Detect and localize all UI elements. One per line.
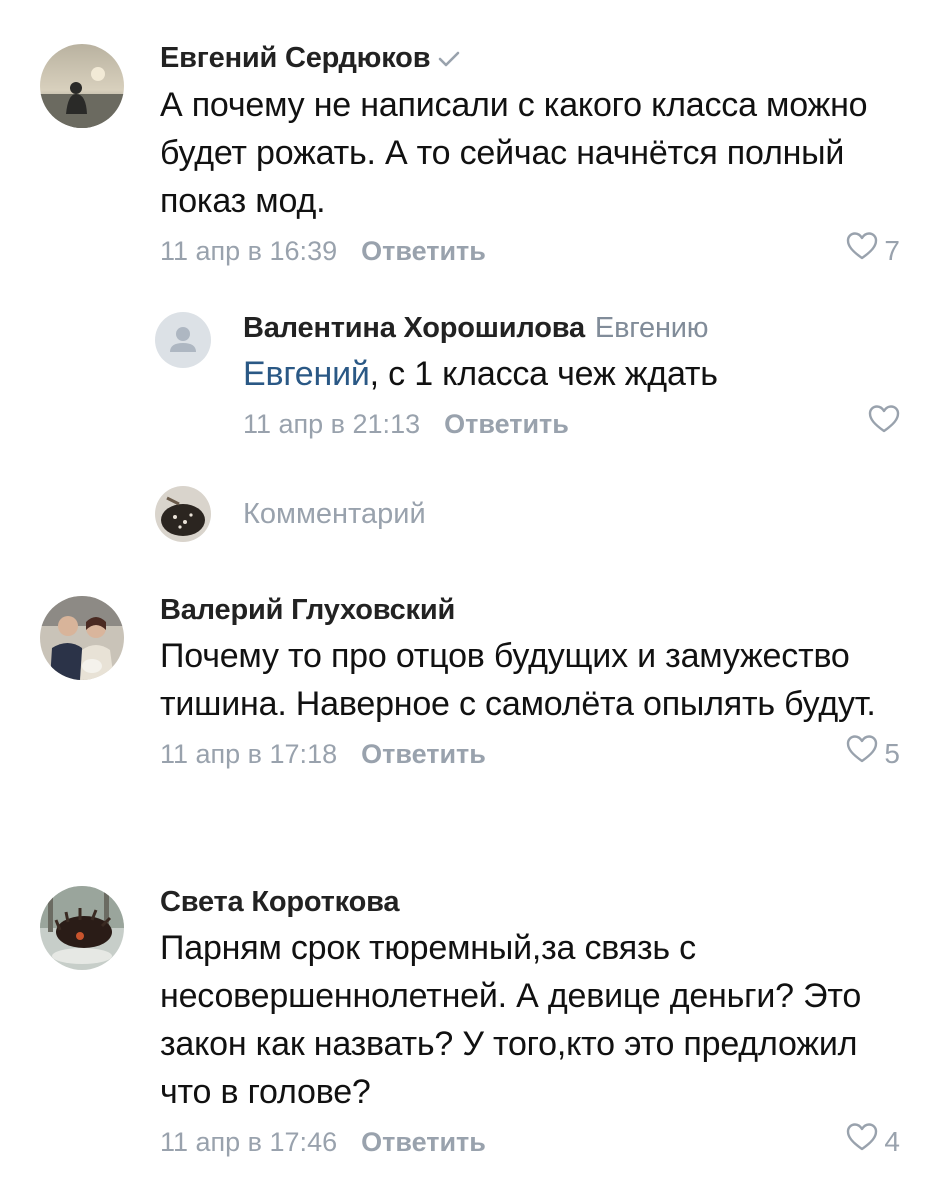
- mention-link[interactable]: Евгений: [243, 355, 370, 393]
- comment-composer[interactable]: Комментарий: [155, 484, 426, 544]
- like-button[interactable]: 4: [846, 1122, 900, 1162]
- avatar-photo: [155, 486, 211, 542]
- avatar[interactable]: [40, 44, 124, 128]
- avatar-photo: [40, 44, 124, 128]
- reply-to-label[interactable]: Евгению: [595, 312, 709, 344]
- comment-date: 11 апр в 16:39: [160, 236, 338, 267]
- avatar-photo: [40, 596, 124, 680]
- avatar-photo: [40, 886, 124, 970]
- heart-icon: [846, 734, 878, 775]
- comment-author[interactable]: Евгений Сердюков: [160, 38, 900, 79]
- reply-button[interactable]: Ответить: [444, 409, 569, 439]
- comment-date: 11 апр в 21:13: [243, 409, 421, 439]
- avatar[interactable]: [40, 886, 124, 970]
- heart-icon: [868, 404, 900, 445]
- reply-button[interactable]: Ответить: [361, 1127, 486, 1157]
- reply-button[interactable]: Ответить: [361, 739, 486, 769]
- comment-author[interactable]: Света Короткова: [160, 882, 900, 922]
- reply-button[interactable]: Ответить: [361, 236, 486, 266]
- comment-text: Парням срок тюремный,за связь с несоверш…: [160, 929, 862, 1111]
- like-count: 4: [884, 1126, 900, 1157]
- comment-date: 11 апр в 17:46: [160, 1127, 338, 1157]
- like-count: 7: [884, 235, 900, 267]
- verified-icon: [438, 39, 460, 79]
- avatar[interactable]: [155, 312, 211, 368]
- comment-date: 11 апр в 17:18: [160, 739, 338, 769]
- heart-icon: [846, 231, 878, 272]
- like-button[interactable]: 7: [846, 231, 900, 271]
- comment-text: А почему не написали с какого класса мож…: [160, 86, 868, 221]
- like-button[interactable]: [868, 404, 900, 444]
- comment-author[interactable]: Валентина Хорошилова Евгению: [243, 308, 900, 348]
- comment-text: Почему то про отцов будущих и замужество…: [160, 637, 876, 723]
- my-avatar: [155, 486, 211, 542]
- heart-icon: [846, 1122, 878, 1163]
- user-placeholder-icon: [170, 327, 196, 352]
- comment-author[interactable]: Валерий Глуховский: [160, 590, 900, 630]
- avatar[interactable]: [40, 596, 124, 680]
- comment-text: Евгений, с 1 класса чеж ждать: [243, 355, 718, 393]
- like-button[interactable]: 5: [846, 734, 900, 774]
- like-count: 5: [884, 738, 900, 769]
- comment-input-placeholder[interactable]: Комментарий: [243, 498, 426, 531]
